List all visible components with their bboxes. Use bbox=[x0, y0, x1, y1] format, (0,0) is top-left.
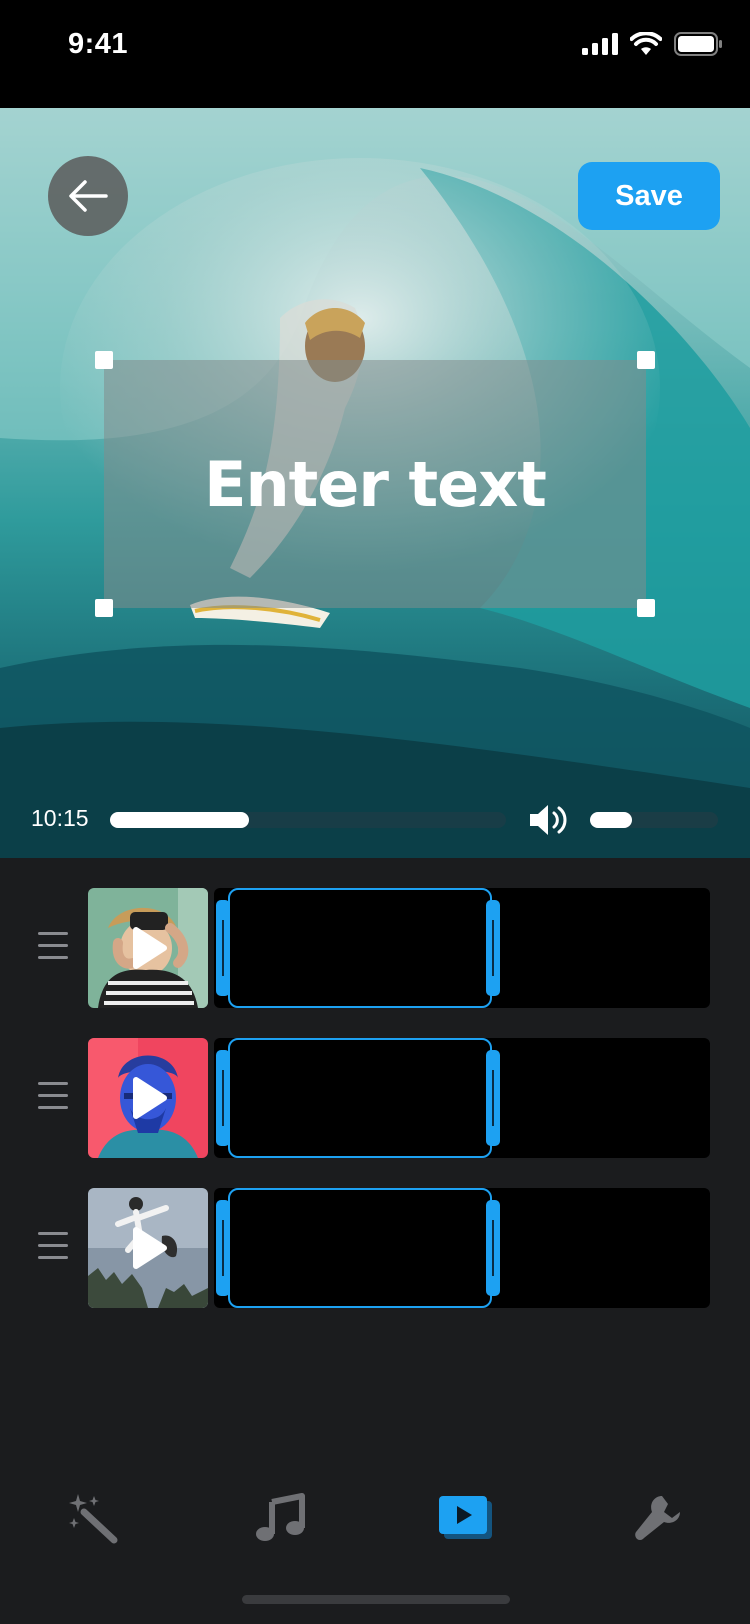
video-preview[interactable]: Save Enter text 10:15 bbox=[0, 108, 750, 858]
text-overlay-box[interactable]: Enter text bbox=[95, 351, 655, 617]
play-icon[interactable] bbox=[132, 926, 168, 970]
play-icon[interactable] bbox=[132, 1076, 168, 1120]
volume-icon[interactable] bbox=[528, 801, 568, 844]
trim-handle-left[interactable] bbox=[216, 900, 230, 996]
trim-handle-left[interactable] bbox=[216, 1200, 230, 1296]
text-overlay-placeholder[interactable]: Enter text bbox=[204, 448, 547, 521]
volume-slider[interactable] bbox=[590, 812, 718, 828]
clip-trim-selection[interactable] bbox=[228, 1188, 492, 1308]
video-play-icon bbox=[439, 1496, 492, 1539]
save-button[interactable]: Save bbox=[578, 162, 720, 230]
resize-handle-bottom-right[interactable] bbox=[637, 599, 655, 617]
trim-handle-right[interactable] bbox=[486, 1200, 500, 1296]
back-button[interactable] bbox=[48, 156, 128, 236]
clip-trim-selection[interactable] bbox=[228, 888, 492, 1008]
clip-thumbnail[interactable] bbox=[88, 1038, 208, 1158]
drag-handle-icon[interactable] bbox=[38, 1232, 68, 1262]
resize-handle-bottom-left[interactable] bbox=[95, 599, 113, 617]
bottom-tab-bar bbox=[0, 1488, 750, 1568]
play-icon[interactable] bbox=[132, 1226, 168, 1270]
volume-slider-fill bbox=[590, 812, 633, 828]
status-icons bbox=[582, 32, 722, 56]
music-note-icon bbox=[256, 1493, 305, 1541]
home-indicator[interactable] bbox=[242, 1595, 510, 1604]
playback-progress-bar[interactable] bbox=[110, 812, 506, 828]
wifi-icon bbox=[630, 32, 662, 55]
drag-handle-icon[interactable] bbox=[38, 932, 68, 962]
playback-time: 10:15 bbox=[31, 805, 89, 831]
battery-icon bbox=[674, 32, 722, 56]
status-time: 9:41 bbox=[68, 28, 129, 60]
drag-handle-icon[interactable] bbox=[38, 1082, 68, 1112]
trim-handle-right[interactable] bbox=[486, 900, 500, 996]
clip-thumbnail[interactable] bbox=[88, 1188, 208, 1308]
music-tab[interactable] bbox=[250, 1488, 310, 1548]
playback-progress-fill bbox=[110, 812, 249, 828]
trim-handle-right[interactable] bbox=[486, 1050, 500, 1146]
resize-handle-top-right[interactable] bbox=[637, 351, 655, 369]
clip-row bbox=[0, 1038, 750, 1158]
wrench-icon bbox=[635, 1496, 680, 1540]
cellular-signal-icon bbox=[582, 33, 618, 55]
clip-thumbnail[interactable] bbox=[88, 888, 208, 1008]
magic-wand-icon bbox=[69, 1494, 118, 1544]
tools-tab[interactable] bbox=[628, 1488, 688, 1548]
effects-tab[interactable] bbox=[64, 1488, 124, 1548]
trim-handle-left[interactable] bbox=[216, 1050, 230, 1146]
status-bar: 9:41 bbox=[0, 0, 750, 108]
clip-row bbox=[0, 888, 750, 1008]
clip-trim-selection[interactable] bbox=[228, 1038, 492, 1158]
resize-handle-top-left[interactable] bbox=[95, 351, 113, 369]
clips-tab[interactable] bbox=[436, 1488, 496, 1548]
arrow-left-icon bbox=[69, 180, 108, 212]
clip-row bbox=[0, 1188, 750, 1308]
